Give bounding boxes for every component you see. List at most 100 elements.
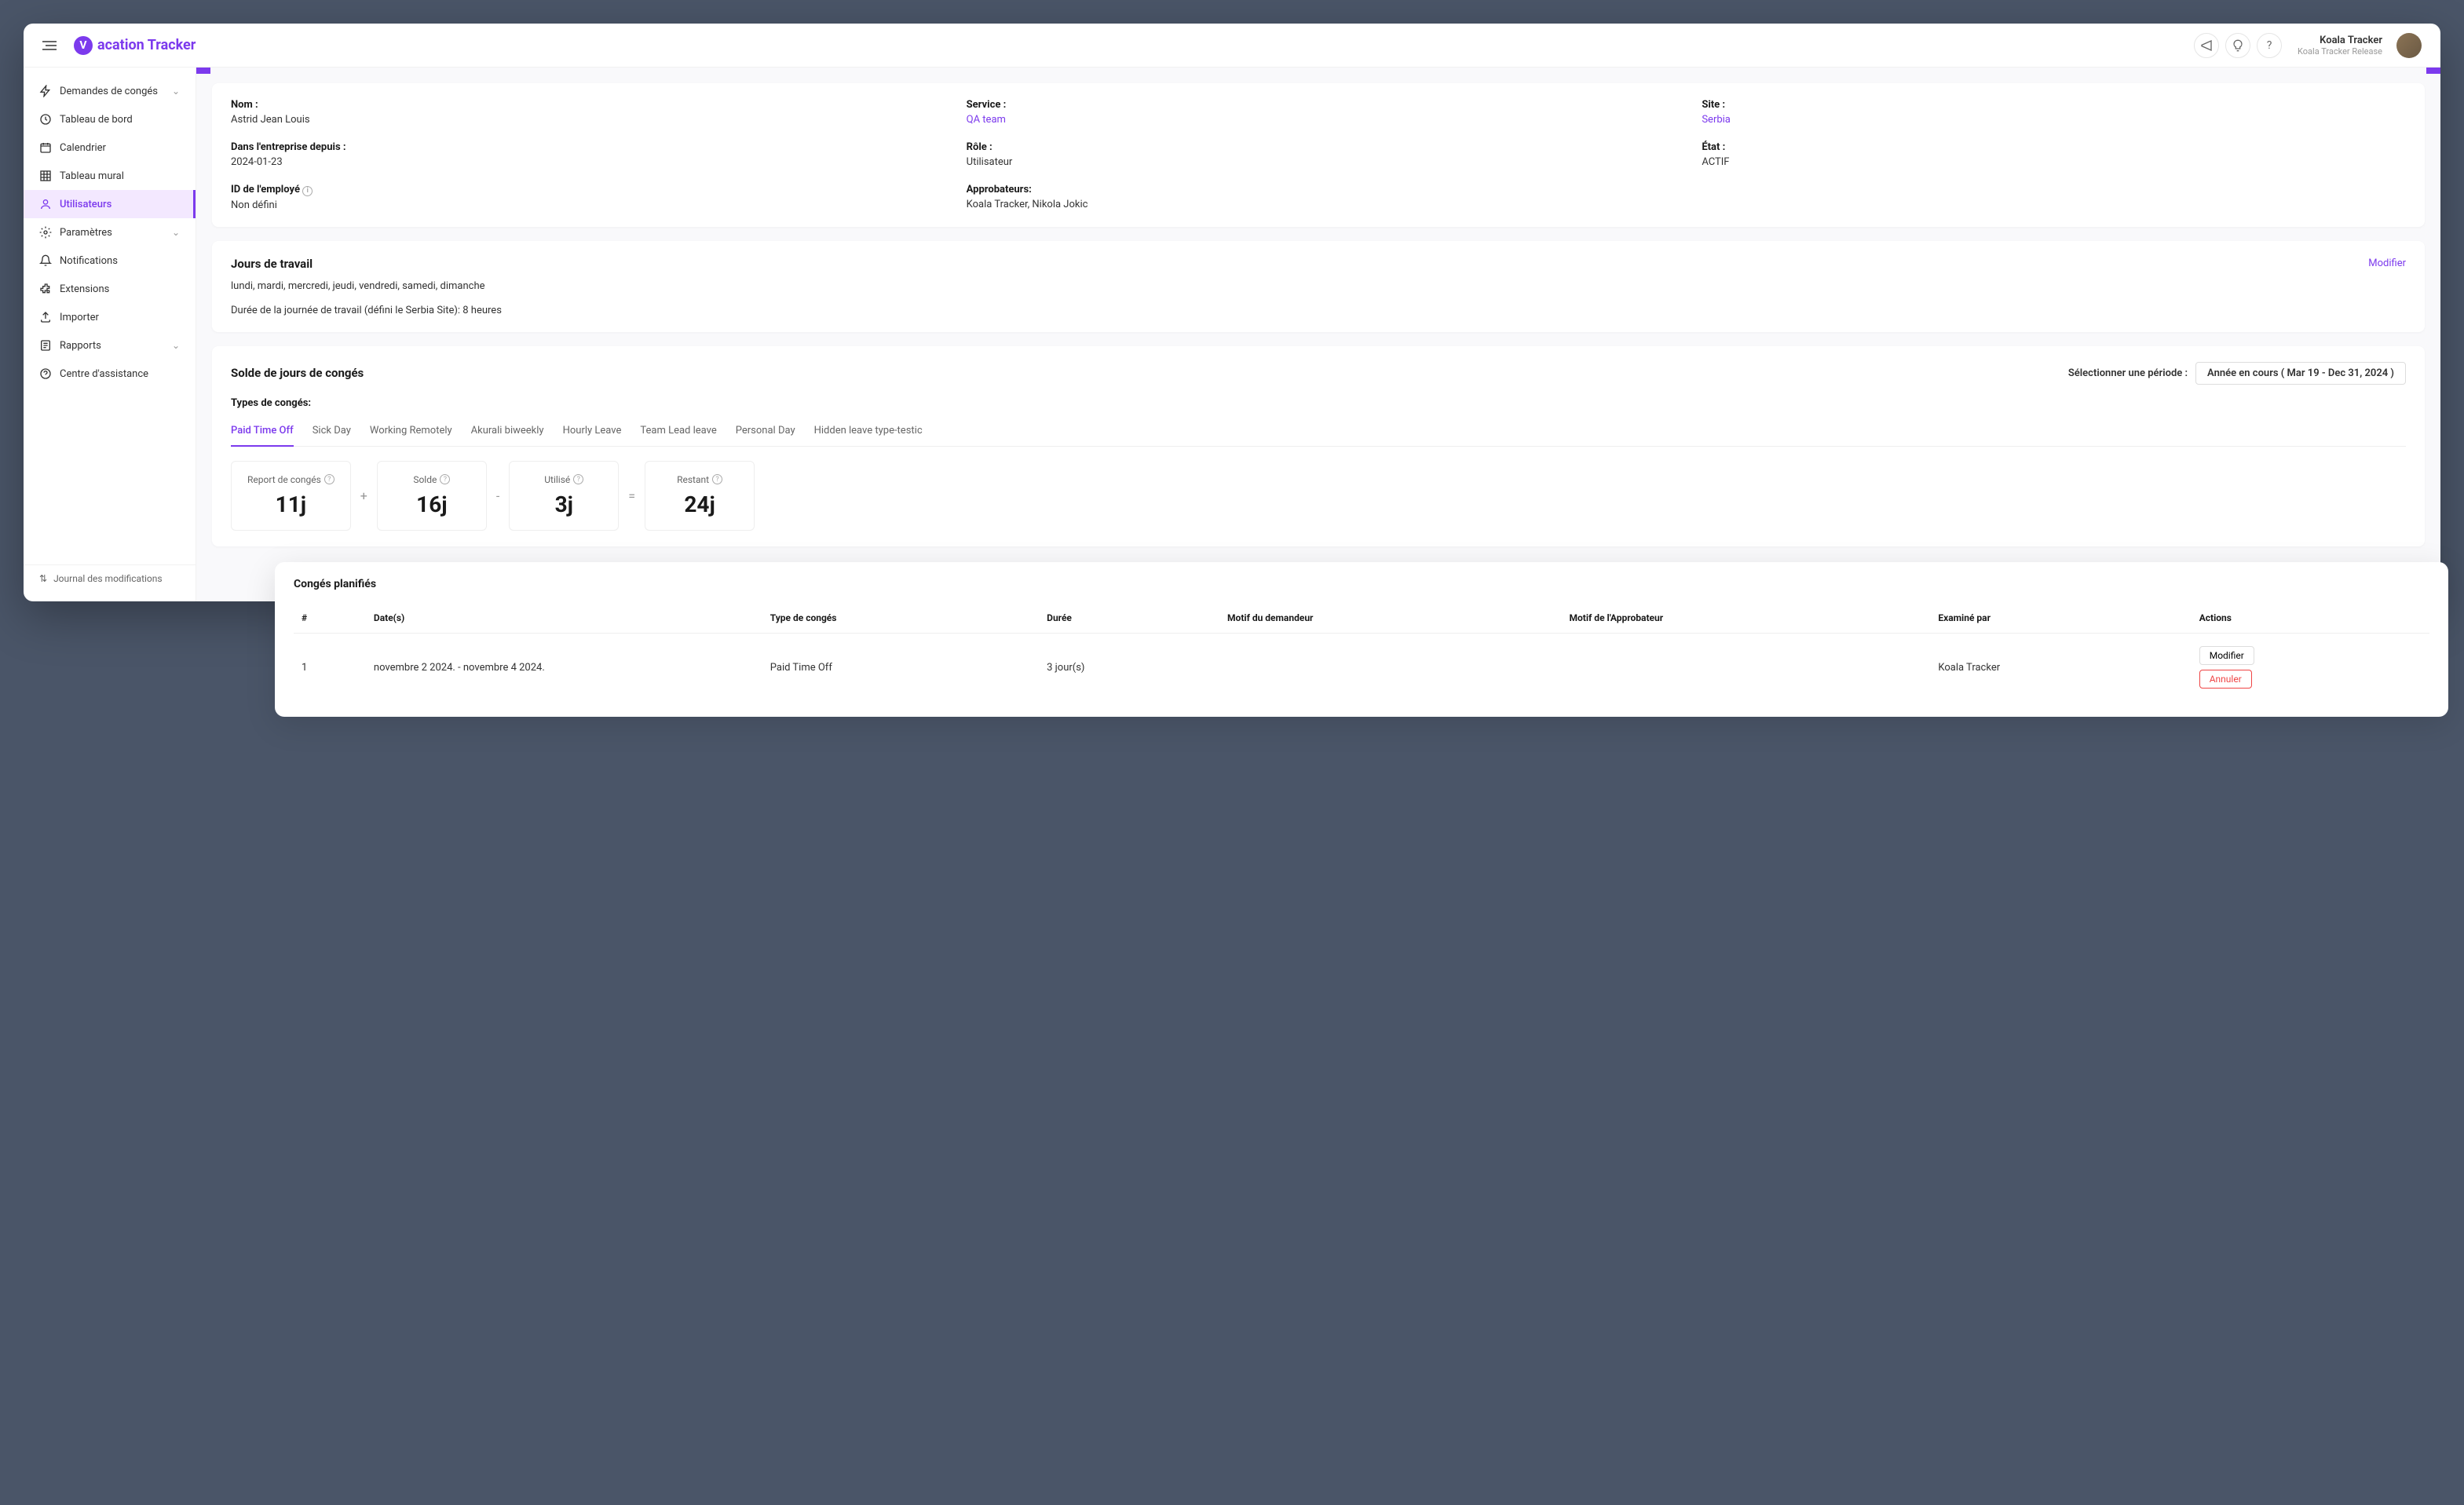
used-box: Utilisé ? 3j (509, 461, 619, 531)
role-value: Utilisateur (967, 156, 1671, 168)
site-label: Site : (1702, 99, 2406, 111)
remaining-box: Restant ? 24j (645, 461, 755, 531)
state-value: ACTIF (1702, 156, 2406, 168)
empid-label: ID de l'employé i (231, 184, 935, 196)
user-info[interactable]: Koala Tracker Koala Tracker Release (2298, 35, 2382, 57)
col-reviewed-by: Examiné par (1930, 603, 2191, 634)
since-label: Dans l'entreprise depuis : (231, 141, 935, 153)
since-value: 2024-01-23 (231, 156, 935, 168)
tab-hidden[interactable]: Hidden leave type-testic (814, 418, 923, 446)
help-icon[interactable]: ? (573, 474, 583, 484)
announce-button[interactable] (2194, 33, 2219, 58)
dashboard-icon (39, 113, 52, 126)
nav-label: Tableau mural (60, 170, 124, 182)
lightbulb-icon (2232, 39, 2244, 52)
nav-label: Utilisateurs (60, 199, 112, 210)
changelog-icon: ⇅ (39, 573, 47, 584)
sidebar-item-import[interactable]: Importer (24, 303, 196, 331)
accent-bar-right (2426, 68, 2440, 74)
table-row: 1 novembre 2 2024. - novembre 4 2024. Pa… (294, 634, 2429, 702)
user-name: Koala Tracker (2298, 35, 2382, 46)
nav-label: Calendrier (60, 142, 106, 154)
profile-card: Nom : Astrid Jean Louis Service : QA tea… (212, 83, 2425, 227)
tab-sick-day[interactable]: Sick Day (313, 418, 351, 446)
equals-operator: = (628, 488, 635, 503)
minus-operator: - (496, 488, 499, 503)
cell-num: 1 (294, 634, 366, 702)
sidebar-changelog[interactable]: ⇅ Journal des modifications (24, 564, 196, 592)
tab-teamlead[interactable]: Team Lead leave (640, 418, 716, 446)
calendar-icon (39, 141, 52, 154)
lightbulb-button[interactable] (2225, 33, 2250, 58)
tab-personal[interactable]: Personal Day (736, 418, 795, 446)
tab-remote[interactable]: Working Remotely (370, 418, 452, 446)
cell-duration: 3 jour(s) (1039, 634, 1219, 702)
leave-type-tabs: Paid Time Off Sick Day Working Remotely … (231, 418, 2406, 447)
edit-button[interactable]: Modifier (2199, 646, 2254, 665)
nav-label: Paramètres (60, 227, 112, 239)
sidebar-item-users[interactable]: Utilisateurs (24, 190, 196, 218)
nav-label: Extensions (60, 283, 109, 295)
help-icon (39, 367, 52, 380)
accent-bar-left (196, 68, 210, 74)
col-duration: Durée (1039, 603, 1219, 634)
grid-icon (39, 170, 52, 182)
sidebar-item-wallboard[interactable]: Tableau mural (24, 162, 196, 190)
workdays-edit-link[interactable]: Modifier (2368, 258, 2406, 269)
remaining-value: 24j (661, 491, 738, 517)
cell-dates: novembre 2 2024. - novembre 4 2024. (366, 634, 762, 702)
state-label: État : (1702, 141, 2406, 153)
sidebar-item-settings[interactable]: Paramètres ⌄ (24, 218, 196, 247)
leave-types-label: Types de congés: (231, 397, 2406, 409)
col-actions: Actions (2192, 603, 2429, 634)
help-button[interactable]: ? (2257, 33, 2282, 58)
col-num: # (294, 603, 366, 634)
period-select[interactable]: Année en cours ( Mar 19 - Dec 31, 2024 ) (2195, 362, 2406, 385)
service-value[interactable]: QA team (967, 114, 1671, 126)
brand-logo[interactable]: V acation Tracker (74, 36, 196, 55)
tab-hourly[interactable]: Hourly Leave (563, 418, 622, 446)
help-icon[interactable]: ? (712, 474, 722, 484)
info-icon[interactable]: i (302, 186, 313, 196)
menu-toggle-button[interactable] (42, 36, 61, 55)
workdays-list: lundi, mardi, mercredi, jeudi, vendredi,… (231, 280, 2406, 292)
sidebar-item-leave-requests[interactable]: Demandes de congés ⌄ (24, 77, 196, 105)
chevron-down-icon: ⌄ (172, 340, 180, 351)
col-type: Type de congés (762, 603, 1039, 634)
logo-icon: V (74, 36, 93, 55)
carryover-box: Report de congés ? 11j (231, 461, 351, 531)
nav-label: Tableau de bord (60, 114, 133, 126)
planned-table: # Date(s) Type de congés Durée Motif du … (294, 603, 2429, 701)
sidebar-item-extensions[interactable]: Extensions (24, 275, 196, 303)
balance-card: Solde de jours de congés Sélectionner un… (212, 346, 2425, 546)
cell-reviewed-by: Koala Tracker (1930, 634, 2191, 702)
tab-akurali[interactable]: Akurali biweekly (471, 418, 544, 446)
nav-label: Rapports (60, 340, 101, 352)
sidebar-item-notifications[interactable]: Notifications (24, 247, 196, 275)
tab-paid-time-off[interactable]: Paid Time Off (231, 418, 294, 446)
planned-title: Congés planifiés (294, 578, 2429, 590)
help-icon[interactable]: ? (324, 474, 335, 484)
app-window: V acation Tracker ? Koala Tracker Koala … (24, 24, 2440, 601)
plus-operator: + (360, 488, 367, 503)
sidebar: Demandes de congés ⌄ Tableau de bord Cal… (24, 68, 196, 601)
cell-requester-reason (1219, 634, 1561, 702)
sidebar-item-help-center[interactable]: Centre d'assistance (24, 360, 196, 388)
bell-icon (39, 254, 52, 267)
help-icon[interactable]: ? (440, 474, 450, 484)
site-value[interactable]: Serbia (1702, 114, 2406, 126)
period-label: Sélectionner une période : (2068, 367, 2188, 379)
nav-label: Centre d'assistance (60, 368, 148, 380)
question-icon: ? (2267, 39, 2272, 52)
sidebar-item-calendar[interactable]: Calendrier (24, 133, 196, 162)
cancel-button[interactable]: Annuler (2199, 670, 2252, 689)
sidebar-item-dashboard[interactable]: Tableau de bord (24, 105, 196, 133)
avatar[interactable] (2396, 33, 2422, 58)
carryover-label: Report de congés (247, 474, 321, 485)
sidebar-item-reports[interactable]: Rapports ⌄ (24, 331, 196, 360)
role-label: Rôle : (967, 141, 1671, 153)
service-label: Service : (967, 99, 1671, 111)
lightning-icon (39, 85, 52, 97)
user-icon (39, 198, 52, 210)
puzzle-icon (39, 283, 52, 295)
